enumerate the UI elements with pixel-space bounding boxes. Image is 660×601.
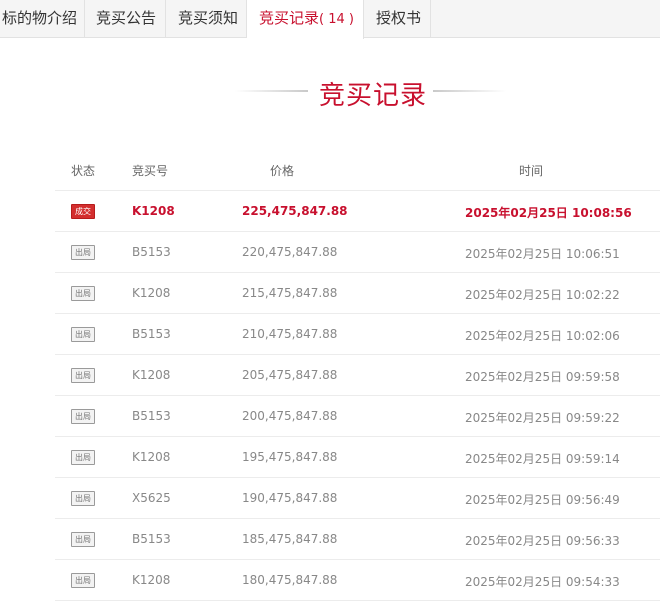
status-cell: 出局 <box>71 449 95 465</box>
price-cell: 180,475,847.88 <box>242 573 338 587</box>
section-heading: 竞买记录 <box>0 72 660 112</box>
price-cell: 190,475,847.88 <box>242 491 338 505</box>
table-row: 出局 B5153 220,475,847.88 2025年02月25日 10:06:5… <box>55 232 660 273</box>
price-cell: 215,475,847.88 <box>242 286 338 300</box>
time-cell: 2025年02月25日 10:02:06 <box>465 329 620 343</box>
out-status-badge: 出局 <box>71 450 95 465</box>
tab-item-intro[interactable]: 标的物介绍 <box>0 0 85 38</box>
table-row: 成交 K1208 225,475,847.88 2025年02月25日 10:08:5… <box>55 191 660 232</box>
tab-announcement[interactable]: 竞买公告 <box>85 0 166 38</box>
tab-label: 标的物介绍 <box>2 9 78 27</box>
tab-label: 授权书 <box>376 9 422 27</box>
time-cell: 2025年02月25日 09:59:14 <box>465 452 620 466</box>
status-cell: 出局 <box>71 285 95 301</box>
time-cell: 2025年02月25日 10:08:56 <box>465 206 632 220</box>
tab-label: 竞买公告 <box>96 9 157 27</box>
tab-bid-records[interactable]: 竞买记录( 14 ) <box>247 0 364 39</box>
bid-number-cell: K1208 <box>132 450 171 464</box>
bid-number-cell: K1208 <box>132 368 171 382</box>
table-row: 出局 K1208 195,475,847.88 2025年02月25日 09:59:1… <box>55 437 660 478</box>
bid-number-cell: K1208 <box>132 573 171 587</box>
deal-status-badge: 成交 <box>71 204 95 219</box>
time-cell: 2025年02月25日 09:59:22 <box>465 411 620 425</box>
price-cell: 200,475,847.88 <box>242 409 338 423</box>
bid-records-table: 状态 竞买号 价格 时间 成交 K1208 225,475,847.88 2025年0… <box>55 150 660 601</box>
status-cell: 成交 <box>71 203 95 219</box>
out-status-badge: 出局 <box>71 532 95 547</box>
price-cell: 195,475,847.88 <box>242 450 338 464</box>
table-row: 出局 K1208 205,475,847.88 2025年02月25日 09:59:5… <box>55 355 660 396</box>
bid-number-cell: B5153 <box>132 409 171 423</box>
out-status-badge: 出局 <box>71 368 95 383</box>
table-row: 出局 B5153 210,475,847.88 2025年02月25日 10:02:0… <box>55 314 660 355</box>
out-status-badge: 出局 <box>71 327 95 342</box>
column-header-bid-no: 竞买号 <box>132 164 169 178</box>
status-cell: 出局 <box>71 367 95 383</box>
heading-divider-left <box>235 90 308 92</box>
table-body: 成交 K1208 225,475,847.88 2025年02月25日 10:08:5… <box>55 191 660 601</box>
column-header-time: 时间 <box>519 164 544 178</box>
time-cell: 2025年02月25日 09:54:33 <box>465 575 620 589</box>
price-cell: 205,475,847.88 <box>242 368 338 382</box>
price-cell: 225,475,847.88 <box>242 204 348 218</box>
status-cell: 出局 <box>71 572 95 588</box>
price-cell: 185,475,847.88 <box>242 532 338 546</box>
status-cell: 出局 <box>71 408 95 424</box>
status-cell: 出局 <box>71 531 95 547</box>
table-row: 出局 B5153 185,475,847.88 2025年02月25日 09:56:3… <box>55 519 660 560</box>
price-cell: 210,475,847.88 <box>242 327 338 341</box>
page-title: 竞买记录 <box>319 81 428 111</box>
out-status-badge: 出局 <box>71 286 95 301</box>
table-row: 出局 B5153 200,475,847.88 2025年02月25日 09:59:2… <box>55 396 660 437</box>
tab-bidding-notice[interactable]: 竞买须知 <box>166 0 247 38</box>
table-row: 出局 X5625 190,475,847.88 2025年02月25日 09:56:4… <box>55 478 660 519</box>
column-header-status: 状态 <box>71 164 96 178</box>
tab-label: 竞买须知 <box>178 9 239 27</box>
table-row: 出局 K1208 180,475,847.88 2025年02月25日 09:54:3… <box>55 560 660 601</box>
out-status-badge: 出局 <box>71 409 95 424</box>
status-cell: 出局 <box>71 490 95 506</box>
time-cell: 2025年02月25日 09:59:58 <box>465 370 620 384</box>
table-header: 状态 竞买号 价格 时间 <box>55 150 660 191</box>
bid-number-cell: K1208 <box>132 204 175 218</box>
bid-number-cell: B5153 <box>132 532 171 546</box>
status-cell: 出局 <box>71 244 95 260</box>
heading-divider-right <box>433 90 506 92</box>
tab-count-badge: ( 14 ) <box>319 12 354 27</box>
table-row: 出局 K1208 215,475,847.88 2025年02月25日 10:02:2… <box>55 273 660 314</box>
out-status-badge: 出局 <box>71 245 95 260</box>
tab-authorization[interactable]: 授权书 <box>364 0 431 38</box>
time-cell: 2025年02月25日 10:06:51 <box>465 247 620 261</box>
bid-number-cell: B5153 <box>132 245 171 259</box>
time-cell: 2025年02月25日 09:56:33 <box>465 534 620 548</box>
bid-number-cell: B5153 <box>132 327 171 341</box>
column-header-price: 价格 <box>270 164 295 178</box>
price-cell: 220,475,847.88 <box>242 245 338 259</box>
out-status-badge: 出局 <box>71 491 95 506</box>
time-cell: 2025年02月25日 10:02:22 <box>465 288 620 302</box>
tab-label: 竞买记录 <box>259 9 320 27</box>
tab-bar: 标的物介绍 竞买公告 竞买须知 竞买记录( 14 ) 授权书 <box>0 0 660 39</box>
bid-number-cell: K1208 <box>132 286 171 300</box>
status-cell: 出局 <box>71 326 95 342</box>
time-cell: 2025年02月25日 09:56:49 <box>465 493 620 507</box>
bid-number-cell: X5625 <box>132 491 171 505</box>
out-status-badge: 出局 <box>71 573 95 588</box>
